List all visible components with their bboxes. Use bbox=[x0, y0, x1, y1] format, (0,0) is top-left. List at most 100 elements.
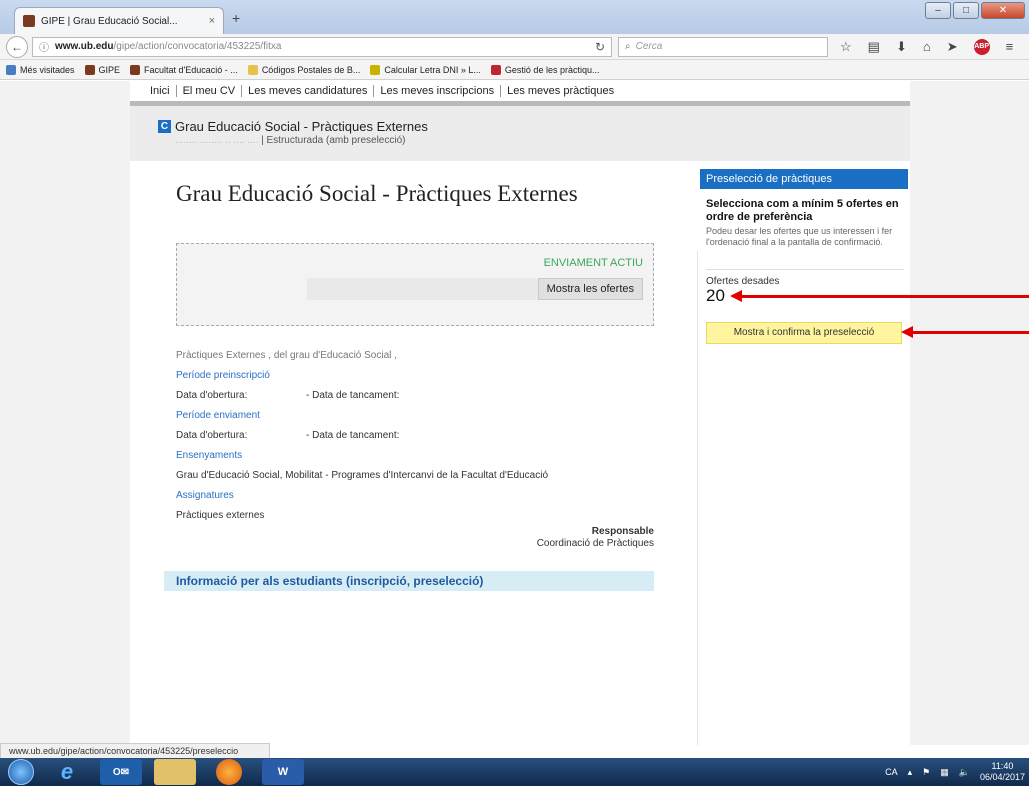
reading-list-icon[interactable]: ▤ bbox=[868, 39, 880, 55]
bookmark-item[interactable]: GIPE bbox=[84, 64, 120, 75]
new-tab-button[interactable]: + bbox=[232, 10, 240, 26]
browser-navbar: ← ⓘ www.ub.edu /gipe/action/convocatoria… bbox=[0, 34, 1029, 60]
sending-heading: Període enviament bbox=[176, 410, 260, 421]
network-icon[interactable]: ▦ bbox=[940, 767, 949, 778]
search-input[interactable]: ⌕ Cerca bbox=[618, 36, 828, 57]
bookmarks-bar: Més visitades GIPE Facultat d'Educació -… bbox=[0, 60, 1029, 80]
menu-icon[interactable]: ≡ bbox=[1006, 39, 1014, 54]
subjects-heading: Assignatures bbox=[176, 490, 234, 501]
bookmark-icon bbox=[130, 64, 141, 75]
menu-item-inscripcions[interactable]: Les meves inscripcions bbox=[374, 85, 502, 97]
header-subtitle-blurred: ........ ........ .. .... .... bbox=[175, 135, 259, 146]
menu-item-cv[interactable]: El meu CV bbox=[177, 85, 243, 97]
system-tray: CA ▴ ⚑ ▦ 🔈 11:40 06/04/2017 bbox=[885, 758, 1025, 786]
menu-item-inici[interactable]: Inici bbox=[144, 85, 177, 97]
maximize-button[interactable]: □ bbox=[953, 2, 979, 19]
responsible-block: Responsable Coordinació de Pràctiques bbox=[176, 526, 654, 550]
header-title-text: Grau Educació Social - Pràctiques Extern… bbox=[175, 119, 428, 134]
responsible-label: Responsable bbox=[591, 526, 654, 537]
open-date-label: Data d'obertura: bbox=[176, 390, 248, 401]
intro-text: Pràctiques Externes , del grau d'Educaci… bbox=[176, 350, 397, 361]
tab-title: GIPE | Grau Educació Social... bbox=[41, 15, 178, 27]
preinscription-dates: Data d'obertura: - Data de tancament: bbox=[176, 386, 656, 406]
menu-item-practiques[interactable]: Les meves pràctiques bbox=[501, 85, 620, 97]
download-icon[interactable]: ⬇ bbox=[896, 39, 907, 55]
bookmark-icon bbox=[370, 64, 381, 75]
info-icon[interactable]: ⓘ bbox=[39, 39, 49, 54]
send-icon[interactable]: ➤ bbox=[947, 39, 958, 55]
bookmark-icon bbox=[84, 64, 95, 75]
responsible-value: Coordinació de Pràctiques bbox=[536, 538, 654, 549]
saved-offers-count: 20 bbox=[706, 286, 725, 305]
page-header: C Grau Educació Social - Pràctiques Exte… bbox=[130, 106, 910, 161]
annotation-arrow-icon bbox=[730, 290, 1029, 302]
teachings-heading: Ensenyaments bbox=[176, 450, 243, 461]
close-date-label: - Data de tancament: bbox=[306, 390, 400, 401]
sending-panel: ENVIAMENT ACTIU Mostra les ofertes bbox=[176, 243, 654, 326]
bookmark-icon bbox=[247, 64, 258, 75]
tab-close-icon[interactable]: × bbox=[209, 15, 215, 27]
header-title: C Grau Educació Social - Pràctiques Exte… bbox=[158, 119, 428, 134]
url-path: /gipe/action/convocatoria/453225/fitxa bbox=[113, 41, 282, 52]
browser-tab[interactable]: GIPE | Grau Educació Social... × bbox=[14, 7, 224, 34]
home-icon[interactable]: ⌂ bbox=[923, 39, 931, 54]
page-viewport: Inici El meu CV Les meves candidatures L… bbox=[0, 81, 1029, 745]
show-offers-button[interactable]: Mostra les ofertes bbox=[537, 278, 643, 300]
preselection-header: Preselecció de pràctiques bbox=[700, 169, 908, 189]
folder-icon[interactable] bbox=[154, 759, 196, 785]
sending-dates: Data d'obertura: - Data de tancament: bbox=[176, 426, 656, 446]
sending-status: ENVIAMENT ACTIU bbox=[543, 257, 643, 269]
bookmark-icon bbox=[490, 64, 501, 75]
close-date-label: - Data de tancament: bbox=[306, 430, 400, 441]
confirm-preselection-button[interactable]: Mostra i confirma la preselecció bbox=[706, 322, 902, 344]
gipe-favicon-icon bbox=[23, 15, 35, 27]
menu-item-candidatures[interactable]: Les meves candidatures bbox=[242, 85, 375, 97]
language-indicator[interactable]: CA bbox=[885, 767, 898, 777]
sidebar-separator bbox=[706, 269, 904, 270]
bookmark-icon bbox=[6, 64, 16, 75]
reload-icon[interactable]: ↻ bbox=[595, 40, 605, 54]
bookmark-item[interactable]: Calcular Letra DNI » L... bbox=[370, 64, 481, 75]
annotation-arrow-icon bbox=[901, 326, 1029, 338]
teachings-value: Grau d'Educació Social, Mobilitat - Prog… bbox=[176, 470, 549, 481]
header-subtitle-text: | Estructurada (amb preselecció) bbox=[261, 135, 406, 146]
toolbar-icons: ☆ ▤ ⬇ ⌂ ➤ ABP ≡ bbox=[840, 38, 1014, 55]
convocatoria-details: Pràctiques Externes , del grau d'Educaci… bbox=[176, 346, 656, 526]
outlook-icon[interactable]: O✉ bbox=[100, 759, 142, 785]
bookmark-star-icon[interactable]: ☆ bbox=[840, 39, 852, 55]
preselection-description: Podeu desar les ofertes que us interesse… bbox=[706, 226, 893, 247]
windows-taskbar: e O✉ W CA ▴ ⚑ ▦ 🔈 11:40 06/04/2017 bbox=[0, 758, 1029, 786]
back-arrow-icon[interactable]: ← bbox=[6, 35, 28, 58]
header-subtitle: ........ ........ .. .... .... | Estruct… bbox=[175, 135, 405, 146]
ie-icon[interactable]: e bbox=[46, 759, 88, 785]
bookmark-item[interactable]: Códigos Postales de B... bbox=[247, 64, 360, 75]
url-host: www.ub.edu bbox=[55, 41, 114, 52]
tray-expand-icon[interactable]: ▴ bbox=[908, 767, 913, 778]
page-title: Grau Educació Social - Pràctiques Extern… bbox=[176, 181, 578, 206]
open-date-label: Data d'obertura: bbox=[176, 430, 248, 441]
clock[interactable]: 11:40 06/04/2017 bbox=[980, 761, 1025, 783]
minimize-button[interactable]: – bbox=[925, 2, 951, 19]
address-bar[interactable]: ⓘ www.ub.edu /gipe/action/convocatoria/4… bbox=[32, 36, 612, 57]
preinscription-heading: Període preinscripció bbox=[176, 370, 270, 381]
start-button-icon[interactable] bbox=[8, 759, 34, 785]
convocatoria-badge: C bbox=[158, 120, 171, 133]
sidebar-divider bbox=[697, 251, 698, 745]
firefox-icon[interactable] bbox=[216, 759, 242, 785]
top-menu: Inici El meu CV Les meves candidatures L… bbox=[130, 81, 910, 101]
student-info-link[interactable]: Informació per als estudiants (inscripci… bbox=[164, 571, 654, 591]
subjects-value: Pràctiques externes bbox=[176, 510, 265, 521]
link-status-bar: www.ub.edu/gipe/action/convocatoria/4532… bbox=[0, 743, 270, 759]
search-icon: ⌕ bbox=[625, 41, 631, 52]
adblock-icon[interactable]: ABP bbox=[973, 38, 990, 55]
bookmark-item[interactable]: Més visitades bbox=[6, 64, 75, 75]
preselection-instruction: Selecciona com a mínim 5 ofertes en ordr… bbox=[706, 198, 899, 223]
bookmark-item[interactable]: Gestió de les pràctiqu... bbox=[490, 64, 599, 75]
window-controls: – □ ✕ bbox=[925, 2, 1025, 19]
browser-titlebar: GIPE | Grau Educació Social... × + – □ ✕ bbox=[0, 0, 1029, 34]
close-window-button[interactable]: ✕ bbox=[981, 2, 1025, 19]
bookmark-item[interactable]: Facultat d'Educació - ... bbox=[130, 64, 238, 75]
volume-icon[interactable]: 🔈 bbox=[959, 767, 970, 778]
word-icon[interactable]: W bbox=[262, 759, 304, 785]
flag-icon[interactable]: ⚑ bbox=[922, 767, 930, 778]
